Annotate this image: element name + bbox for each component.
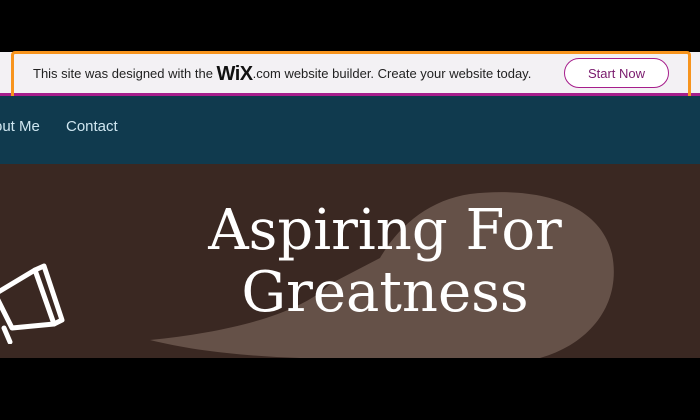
hero-title-line1: Aspiring For bbox=[208, 198, 562, 263]
nav-item-contact[interactable]: Contact bbox=[66, 118, 118, 135]
nav-item-about-me[interactable]: out Me bbox=[0, 118, 40, 135]
start-now-button[interactable]: Start Now bbox=[564, 58, 669, 88]
screenshot-frame: This site was designed with the WiX.com … bbox=[0, 0, 700, 420]
banner-message: This site was designed with the WiX.com … bbox=[33, 52, 531, 96]
wix-promo-banner: This site was designed with the WiX.com … bbox=[0, 52, 700, 96]
hero-section: Aspiring For Greatness bbox=[0, 164, 700, 358]
banner-text-before: This site was designed with the bbox=[33, 66, 217, 81]
hero-title-line2: Greatness bbox=[241, 260, 529, 325]
banner-text-after: .com website builder. Create your websit… bbox=[252, 66, 532, 81]
wix-logo: WiX bbox=[216, 63, 254, 85]
megaphone-icon bbox=[0, 263, 65, 344]
hero-title: Aspiring For Greatness bbox=[175, 200, 595, 324]
site-nav: out Me Contact bbox=[0, 96, 700, 164]
